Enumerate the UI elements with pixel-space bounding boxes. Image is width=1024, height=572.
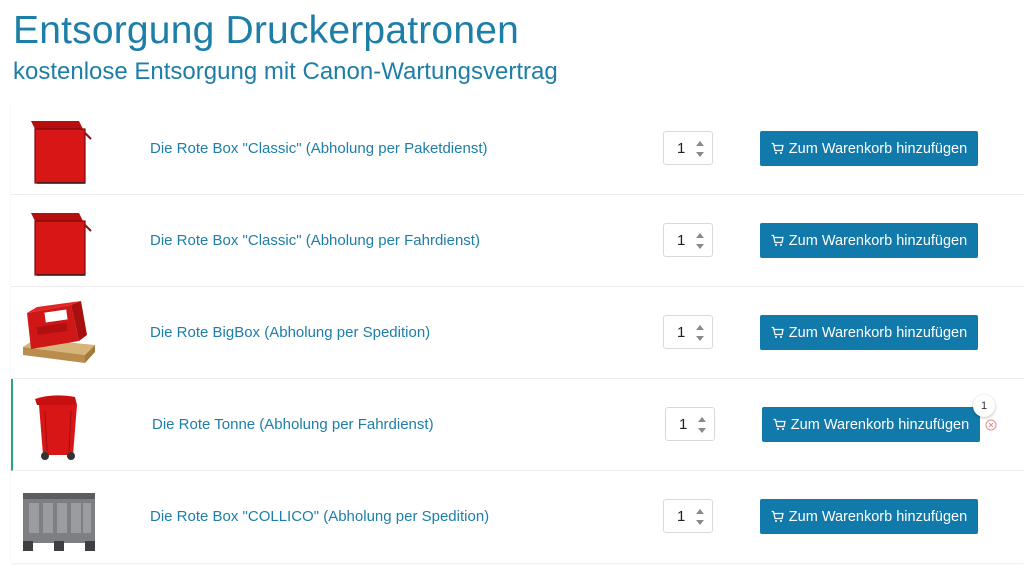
add-to-cart-label: Zum Warenkorb hinzufügen bbox=[788, 232, 968, 249]
product-link[interactable]: Die Rote Box "Classic" (Abholung per Pak… bbox=[150, 140, 487, 157]
product-row-active: Die Rote Tonne (Abholung per Fahrdienst)… bbox=[11, 379, 1024, 471]
quantity-stepper[interactable]: 1 bbox=[663, 131, 713, 165]
quantity-stepper[interactable]: 1 bbox=[665, 407, 715, 441]
quantity-value: 1 bbox=[677, 140, 686, 157]
quantity-value: 1 bbox=[677, 232, 686, 249]
spinner-arrows-icon[interactable] bbox=[696, 325, 706, 341]
red-box-icon[interactable] bbox=[21, 111, 97, 187]
page: Entsorgung Druckerpatronen kostenlose En… bbox=[0, 0, 1024, 572]
red-box-icon[interactable] bbox=[21, 203, 97, 279]
add-to-cart-label: Zum Warenkorb hinzufügen bbox=[788, 324, 968, 341]
page-title: Entsorgung Druckerpatronen bbox=[13, 9, 519, 52]
quantity-stepper[interactable]: 1 bbox=[663, 223, 713, 257]
add-to-cart-label: Zum Warenkorb hinzufügen bbox=[788, 140, 968, 157]
add-to-cart-button[interactable]: Zum Warenkorb hinzufügen bbox=[760, 315, 978, 350]
add-to-cart-button[interactable]: Zum Warenkorb hinzufügen bbox=[760, 499, 978, 534]
cart-icon bbox=[771, 142, 784, 154]
product-row: Die Rote Box "Classic" (Abholung per Fah… bbox=[11, 195, 1024, 287]
cart-icon bbox=[771, 234, 784, 246]
spinner-arrows-icon[interactable] bbox=[696, 233, 706, 249]
cart-icon bbox=[773, 418, 786, 430]
page-header: Entsorgung Druckerpatronen kostenlose En… bbox=[13, 6, 558, 88]
product-list: Die Rote Box "Classic" (Abholung per Pak… bbox=[11, 103, 1024, 563]
quantity-stepper[interactable]: 1 bbox=[663, 315, 713, 349]
product-link[interactable]: Die Rote BigBox (Abholung per Spedition) bbox=[150, 324, 430, 341]
product-link[interactable]: Die Rote Box "COLLICO" (Abholung per Spe… bbox=[150, 508, 489, 525]
product-link[interactable]: Die Rote Box "Classic" (Abholung per Fah… bbox=[150, 232, 480, 249]
spinner-arrows-icon[interactable] bbox=[696, 509, 706, 525]
red-bigbox-pallet-icon[interactable] bbox=[21, 295, 97, 371]
cart-icon bbox=[771, 510, 784, 522]
spinner-arrows-icon[interactable] bbox=[696, 141, 706, 157]
grey-collico-crate-icon[interactable] bbox=[21, 479, 97, 555]
add-to-cart-button[interactable]: Zum Warenkorb hinzufügen bbox=[760, 131, 978, 166]
remove-circle-icon[interactable] bbox=[985, 419, 997, 431]
add-to-cart-button[interactable]: Zum Warenkorb hinzufügen bbox=[762, 407, 980, 442]
quantity-value: 1 bbox=[679, 416, 688, 433]
spinner-arrows-icon[interactable] bbox=[698, 417, 708, 433]
add-to-cart-label: Zum Warenkorb hinzufügen bbox=[790, 416, 970, 433]
add-to-cart-button[interactable]: Zum Warenkorb hinzufügen bbox=[760, 223, 978, 258]
product-row: Die Rote BigBox (Abholung per Spedition)… bbox=[11, 287, 1024, 379]
quantity-value: 1 bbox=[677, 508, 686, 525]
quantity-value: 1 bbox=[677, 324, 686, 341]
cart-count-badge: 1 bbox=[973, 395, 995, 417]
page-subtitle: kostenlose Entsorgung mit Canon-Wartungs… bbox=[13, 58, 558, 85]
add-to-cart-label: Zum Warenkorb hinzufügen bbox=[788, 508, 968, 525]
cart-icon bbox=[771, 326, 784, 338]
red-bin-icon[interactable] bbox=[23, 387, 99, 463]
product-row: Die Rote Box "Classic" (Abholung per Pak… bbox=[11, 103, 1024, 195]
quantity-stepper[interactable]: 1 bbox=[663, 499, 713, 533]
product-row: Die Rote Box "COLLICO" (Abholung per Spe… bbox=[11, 471, 1024, 563]
product-link[interactable]: Die Rote Tonne (Abholung per Fahrdienst) bbox=[152, 416, 434, 433]
